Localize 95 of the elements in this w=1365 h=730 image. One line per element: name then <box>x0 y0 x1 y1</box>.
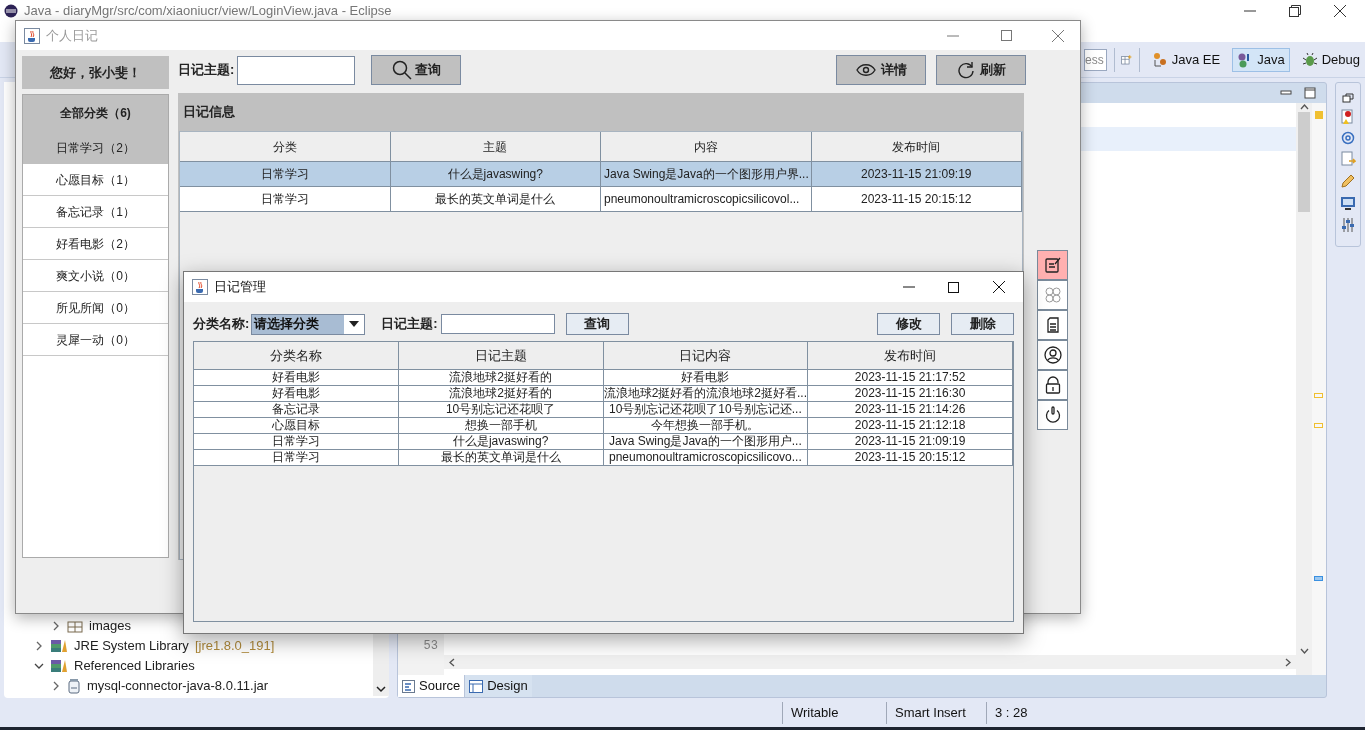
window-title: 日记管理 <box>214 278 266 297</box>
perspective-button[interactable]: Java <box>1232 47 1290 72</box>
table-cell[interactable]: 日常学习 <box>180 187 391 212</box>
search-icon <box>391 60 412 80</box>
books-icon <box>50 639 68 653</box>
column-header[interactable]: 内容 <box>601 132 812 162</box>
restore-view-icon[interactable] <box>1342 93 1354 103</box>
category-item[interactable]: 全部分类（6) <box>23 95 168 131</box>
table-cell[interactable]: 2023-11-15 20:15:12 <box>811 187 1022 212</box>
books-icon <box>50 659 68 673</box>
scroll-left-icon[interactable] <box>448 657 457 667</box>
pen-icon[interactable] <box>1340 173 1356 189</box>
eclipse-logo-icon <box>4 4 18 18</box>
table-cell[interactable]: 2023-11-15 20:15:12 <box>808 450 1013 466</box>
search-button[interactable]: 查询 <box>371 55 462 85</box>
status-field: Smart Insert <box>887 702 986 723</box>
column-header[interactable]: 发布时间 <box>811 132 1022 162</box>
editor-tab[interactable]: Design <box>464 675 532 697</box>
tree-item-note: [jre1.8.0_191] <box>194 637 275 656</box>
java-cup-icon <box>192 279 208 295</box>
maximize-view-icon[interactable] <box>1304 87 1316 99</box>
chevron-right-icon[interactable] <box>51 621 61 631</box>
scroll-right-icon[interactable] <box>1283 657 1292 667</box>
eye-icon <box>855 63 876 77</box>
java-cup-icon <box>24 27 40 44</box>
status-field: Writable <box>783 702 886 723</box>
chevron-right-icon[interactable] <box>51 681 61 691</box>
table-cell[interactable]: pneumonoultramicroscopicsilicovo... <box>603 450 809 466</box>
user-icon <box>1043 346 1062 364</box>
tree-item[interactable]: Referenced Libraries <box>74 656 195 676</box>
scroll-down-icon[interactable] <box>376 684 386 694</box>
scroll-up-icon[interactable] <box>1299 103 1309 112</box>
annotation-marker[interactable] <box>1314 393 1323 398</box>
panel-title: 日记信息 <box>183 103 235 122</box>
subject-input-field[interactable] <box>237 55 356 85</box>
occurrence-marker[interactable] <box>1314 576 1323 581</box>
minimize-view-icon[interactable] <box>1280 88 1292 98</box>
table-cell[interactable]: 最长的英文单词是什么 <box>398 450 604 466</box>
category-item[interactable]: 日常学习（2） <box>23 131 168 164</box>
table-cell[interactable]: pneumonoultramicroscopicsilicovol... <box>601 187 812 212</box>
column-header[interactable]: 分类 <box>180 132 391 162</box>
beans-icon <box>1151 51 1168 68</box>
side-button[interactable] <box>1037 310 1068 340</box>
tree-item[interactable]: JRE System Library <box>74 636 189 656</box>
jar-icon <box>67 678 81 694</box>
tree-item[interactable]: mysql-connector-java-8.0.11.jar <box>87 676 269 696</box>
clover-icon <box>1043 286 1062 304</box>
toolbar-button[interactable]: 详情 <box>836 55 926 85</box>
perspective-button[interactable]: Java EE <box>1146 47 1226 72</box>
sliders-icon[interactable] <box>1340 217 1356 233</box>
source-icon <box>402 679 415 693</box>
restore-icon[interactable] <box>1289 5 1301 17</box>
warning-marker[interactable] <box>1315 111 1323 119</box>
field-label: 分类名称: <box>193 315 250 334</box>
side-button[interactable] <box>1037 400 1068 430</box>
design-icon <box>469 679 484 693</box>
refresh-icon <box>956 61 975 79</box>
table-cell[interactable]: 日常学习 <box>194 450 399 466</box>
window-title: 个人日记 <box>46 26 98 45</box>
category-dropdown[interactable]: 请选择分类 <box>251 313 366 335</box>
editor-tab[interactable]: Source <box>398 675 465 697</box>
field-label: 日记主题: <box>381 315 438 334</box>
close-icon[interactable] <box>993 281 1005 293</box>
query-button[interactable]: 查询 <box>565 313 629 335</box>
problems-icon[interactable] <box>1340 109 1356 125</box>
annotation-marker[interactable] <box>1314 423 1323 428</box>
side-button[interactable] <box>1037 370 1068 400</box>
chevron-down-icon[interactable] <box>34 661 44 671</box>
action-button[interactable]: 删除 <box>951 313 1014 335</box>
package-folder-icon <box>67 619 83 633</box>
bug-icon <box>1301 51 1318 68</box>
unlocked-padlock-icon <box>1043 376 1062 394</box>
column-header[interactable]: 主题 <box>390 132 601 162</box>
quick-access-field[interactable]: ess <box>1084 48 1107 71</box>
perspective-button[interactable]: Debug <box>1296 47 1365 72</box>
field-label: 日记主题: <box>178 61 235 80</box>
status-field: 3 : 28 <box>987 702 1047 723</box>
greeting-banner: 您好，张小斐！ <box>22 56 169 89</box>
edit-note-icon <box>1043 256 1062 274</box>
tree-item[interactable]: images <box>89 616 131 636</box>
window-title: Java - diaryMgr/src/com/xiaoniucr/view/LoginView.java - Eclipse <box>24 2 392 21</box>
close-icon[interactable] <box>1334 5 1346 17</box>
chevron-right-icon[interactable] <box>34 641 44 651</box>
scrollbar-thumb[interactable] <box>1298 112 1310 212</box>
monitor-icon[interactable] <box>1340 195 1356 211</box>
power-icon <box>1043 406 1062 424</box>
scroll-down-icon[interactable] <box>1299 646 1309 655</box>
subject-input-field[interactable] <box>440 314 555 334</box>
side-button[interactable] <box>1037 340 1068 370</box>
toolbar-button[interactable]: 刷新 <box>936 55 1026 85</box>
action-button[interactable]: 修改 <box>877 313 940 335</box>
line-number: 53 <box>423 638 438 655</box>
maximize-icon[interactable] <box>948 281 959 293</box>
dropdown-arrow-icon <box>349 321 360 327</box>
table-cell[interactable]: 最长的英文单词是什么 <box>390 187 601 212</box>
